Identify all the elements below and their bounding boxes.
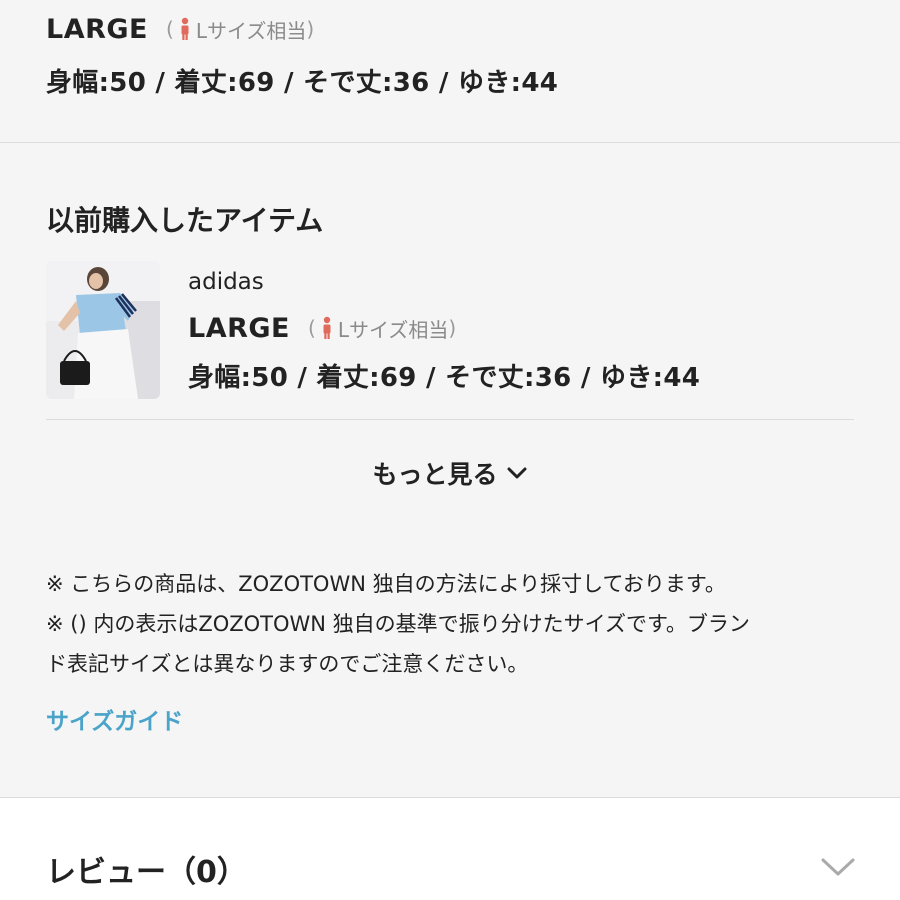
show-more-label: もっと見る [372, 460, 498, 489]
item-measurements: 身幅:50 / 着丈:69 / そで丈:36 / ゆき:44 [188, 363, 701, 393]
note-line: ※ () 内の表示はZOZOTOWN 独自の基準で振り分けたサイズです。ブラン [46, 612, 750, 636]
item-thumbnail[interactable] [46, 261, 160, 399]
item-brand: adidas [188, 269, 264, 295]
item-photo-image [46, 261, 160, 399]
paren-close: ) [306, 17, 315, 41]
past-purchase-item[interactable]: adidas LARGE ( Lサイズ相当 ) 身幅:50 / 着丈:69 / … [46, 261, 854, 399]
size-measurements: 身幅:50 / 着丈:69 / そで丈:36 / ゆき:44 [46, 68, 559, 98]
size-guide-link[interactable]: サイズガイド [46, 702, 183, 736]
chevron-down-icon [507, 467, 526, 479]
size-row: LARGE ( Lサイズ相当 ) [46, 12, 854, 46]
note-line: ド表記サイズとは異なりますのでご注意ください。 [46, 652, 529, 676]
review-section-toggle[interactable]: レビュー（0） [0, 798, 900, 900]
item-size-equivalent-label: Lサイズ相当 [337, 317, 449, 342]
past-purchases-section: 以前購入したアイテム adidas LARGE (Lサイズ相当) 身幅:50… [0, 201, 900, 736]
size-name: LARGE [46, 13, 148, 45]
item-divider [46, 419, 854, 420]
size-notes: ※ こちらの商品は、ZOZOTOWN 独自の方法により採寸しております。 ※ (… [46, 564, 854, 684]
show-more-button[interactable]: もっと見る [46, 440, 854, 506]
paren-close: ) [448, 316, 457, 340]
section-divider [0, 142, 900, 143]
size-block: LARGE ( Lサイズ相当 ) 身幅:50 / 着丈:69 / そで丈:36 … [0, 0, 900, 142]
size-equivalent: ( Lサイズ相当 ) [166, 15, 314, 44]
item-size-equivalent: ( Lサイズ相当 ) [308, 314, 456, 343]
review-title: レビュー（0） [46, 855, 247, 890]
chevron-down-icon [821, 858, 855, 876]
past-purchases-title: 以前購入したアイテム [46, 204, 324, 237]
item-size-row: LARGE ( Lサイズ相当 ) [188, 311, 700, 345]
size-info-page: LARGE ( Lサイズ相当 ) 身幅:50 / 着丈:69 / そで丈:36 … [0, 0, 900, 900]
size-equivalent-label: Lサイズ相当 [195, 18, 307, 43]
paren-open: ( [166, 17, 174, 41]
item-size-name: LARGE [188, 312, 290, 344]
note-line: ※ こちらの商品は、ZOZOTOWN 独自の方法により採寸しております。 [46, 572, 726, 596]
person-icon [181, 17, 189, 40]
item-info: adidas LARGE ( Lサイズ相当 ) 身幅:50 / 着丈:69 / … [188, 261, 700, 399]
paren-open: ( [308, 316, 316, 340]
person-icon [323, 316, 331, 339]
